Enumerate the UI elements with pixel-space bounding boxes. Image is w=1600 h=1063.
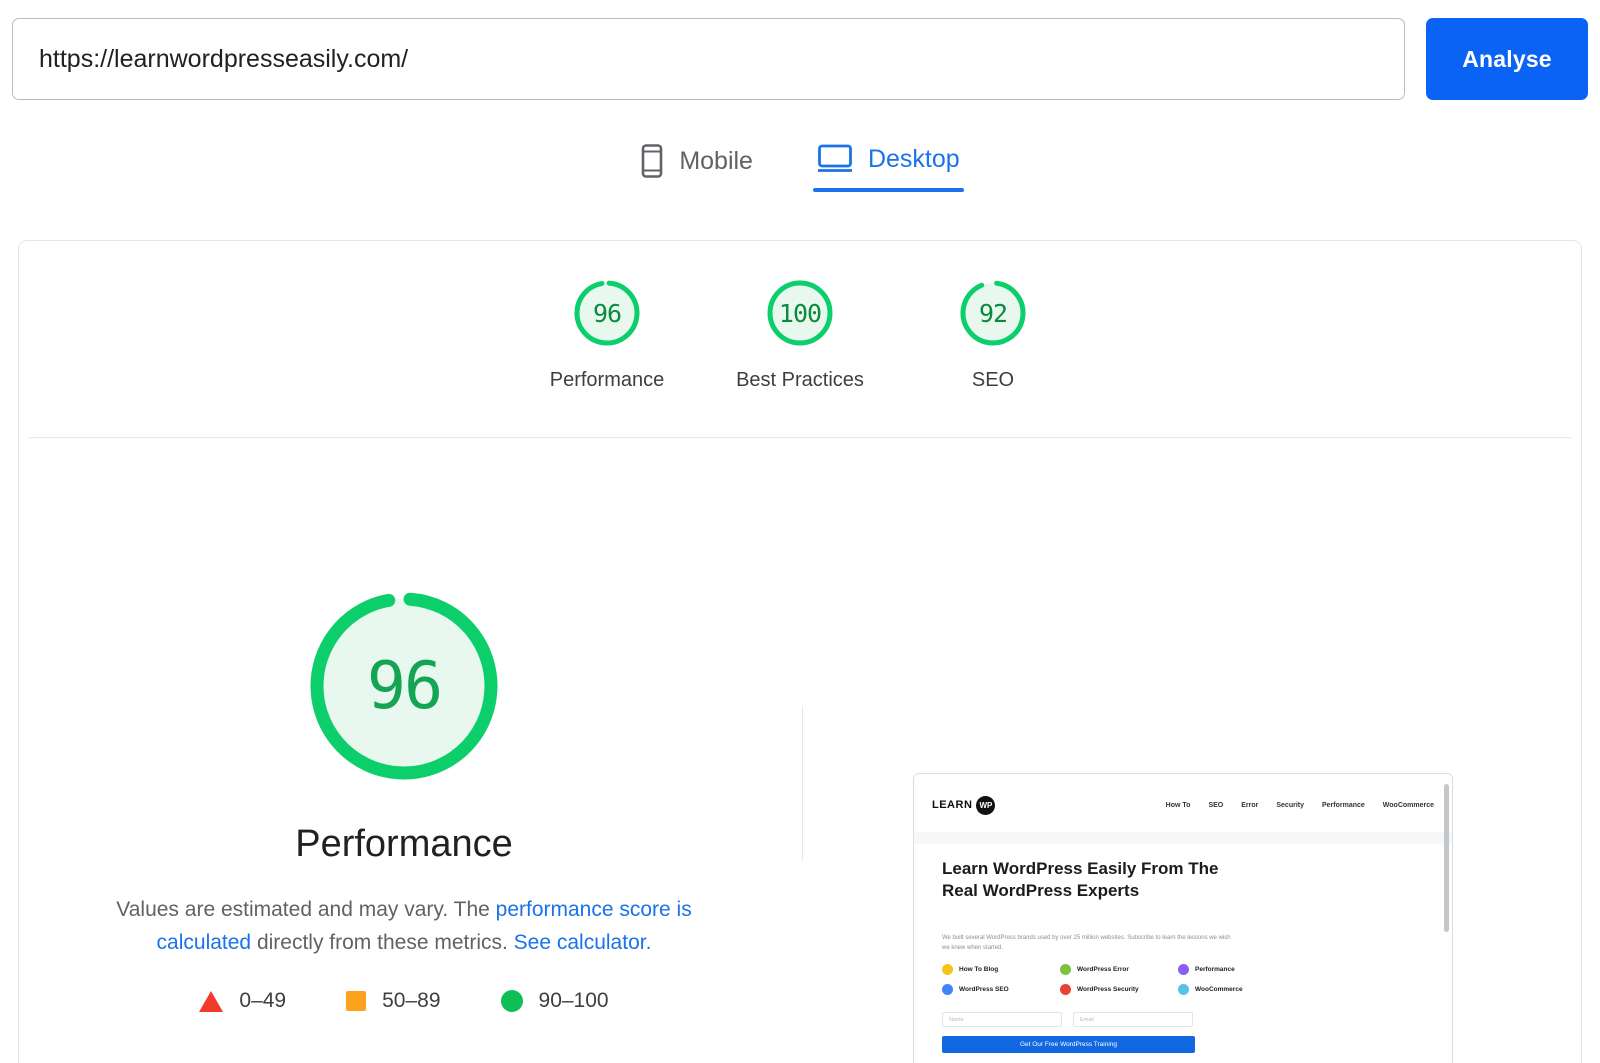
score-gauge-seo[interactable]: 92 SEO	[897, 275, 1090, 392]
thumbnail-feature-item: WooCommerce	[1178, 984, 1296, 995]
thumbnail-band	[914, 832, 1452, 844]
device-tabs: Mobile Desktop	[0, 138, 1600, 196]
legend-item-good: 90–100	[500, 989, 609, 1013]
thumbnail-feature-item: How To Blog	[942, 964, 1060, 975]
detail-section: 96 Performance Values are estimated and …	[19, 438, 1581, 1063]
thumbnail-feature-label: WordPress SEO	[959, 986, 1009, 993]
thumbnail-logo-text: LEARN	[932, 799, 973, 811]
see-calculator-link[interactable]: See calculator.	[514, 931, 652, 954]
square-icon	[346, 991, 367, 1012]
thumbnail-logo: LEARN WP	[932, 795, 996, 815]
score-value-performance: 96	[592, 298, 622, 328]
score-legend: 0–49 50–89 90–100	[199, 989, 609, 1013]
tab-desktop-label: Desktop	[867, 144, 960, 173]
thumbnail-nav-item: WooCommerce	[1382, 801, 1434, 809]
legend-item-poor: 0–49	[199, 989, 286, 1013]
thumbnail-feature-label: WooCommerce	[1195, 986, 1243, 993]
analyse-button[interactable]: Analyse	[1426, 18, 1588, 100]
feature-dot-icon	[1060, 984, 1071, 995]
score-gauge-performance[interactable]: 96 Performance	[511, 275, 704, 392]
thumbnail-signup-fields: Name Email	[942, 1012, 1193, 1027]
thumbnail-hero: Learn WordPress Easily From The Real Wor…	[914, 844, 1452, 1063]
thumbnail-feature-item: WordPress SEO	[942, 984, 1060, 995]
thumbnail-nav-item: Performance	[1321, 801, 1365, 809]
feature-dot-icon	[1178, 964, 1189, 975]
thumbnail-feature-label: How To Blog	[959, 966, 999, 973]
thumbnail-nav-item: Security	[1276, 801, 1304, 809]
thumbnail-heading: Learn WordPress Easily From The Real Wor…	[942, 859, 1219, 901]
score-value-best-practices: 100	[778, 298, 822, 328]
thumbnail-email-field: Email	[1073, 1012, 1193, 1027]
score-value-large: 96	[366, 648, 443, 724]
phone-icon	[640, 144, 664, 178]
thumbnail-feature-label: Performance	[1195, 966, 1235, 973]
desc-middle: directly from these metrics.	[251, 930, 514, 954]
thumbnail-logo-badge: WP	[976, 795, 996, 815]
thumbnail-nav: How To SEO Error Security Performance Wo…	[1166, 802, 1434, 809]
score-value-seo: 92	[978, 298, 1008, 328]
thumbnail-nav-item: How To	[1165, 801, 1191, 809]
thumbnail-feature-list: How To Blog WordPress Error Performance	[942, 964, 1296, 995]
score-description: Values are estimated and may vary. The p…	[84, 894, 724, 959]
thumbnail-subtext: We built several WordPress brands used b…	[942, 935, 1231, 951]
url-input[interactable]	[12, 18, 1405, 100]
feature-dot-icon	[942, 964, 953, 975]
legend-range-poor: 0–49	[239, 989, 287, 1013]
feature-dot-icon	[942, 984, 953, 995]
thumbnail-feature-label: WordPress Error	[1077, 966, 1129, 973]
vertical-divider	[802, 706, 803, 861]
pagespeed-result-page: Analyse Mobile Desktop	[0, 0, 1600, 1063]
circle-icon	[500, 990, 523, 1013]
thumbnail-content: LEARN WP How To SEO Error Security Perfo…	[914, 774, 1452, 1063]
thumbnail-feature-item: Performance	[1178, 964, 1296, 975]
page-title: Performance	[295, 823, 513, 865]
legend-item-average: 50–89	[346, 989, 441, 1013]
thumbnail-nav-item: SEO	[1208, 801, 1224, 809]
thumbnail-site-header: LEARN WP How To SEO Error Security Perfo…	[914, 782, 1452, 828]
tab-desktop[interactable]: Desktop	[812, 138, 964, 192]
gauge-ring-performance: 96	[569, 275, 645, 351]
thumbnail-feature-item: WordPress Error	[1060, 964, 1178, 975]
thumbnail-name-field: Name	[942, 1012, 1062, 1027]
results-card: 96 Performance 100 Best Practices 92 SEO…	[18, 240, 1582, 1063]
score-gauge-best-practices[interactable]: 100 Best Practices	[704, 275, 897, 392]
thumbnail-feature-label: WordPress Security	[1077, 986, 1139, 993]
feature-dot-icon	[1060, 964, 1071, 975]
thumbnail-nav-item: Error	[1241, 801, 1259, 809]
triangle-icon	[199, 990, 224, 1012]
thumbnail-feature-item: WordPress Security	[1060, 984, 1178, 995]
feature-dot-icon	[1178, 984, 1189, 995]
desktop-icon	[817, 144, 853, 174]
legend-range-average: 50–89	[382, 989, 441, 1013]
desc-prefix: Values are estimated and may vary. The	[116, 898, 496, 921]
page-screenshot-thumbnail[interactable]: LEARN WP How To SEO Error Security Perfo…	[913, 773, 1453, 1063]
gauge-ring-best-practices: 100	[762, 275, 838, 351]
legend-range-good: 90–100	[538, 989, 609, 1013]
thumbnail-scrollbar[interactable]	[1444, 784, 1449, 932]
score-label-best-practices: Best Practices	[736, 369, 864, 391]
url-bar-row: Analyse	[12, 18, 1588, 100]
score-summary-row: 96 Performance 100 Best Practices 92 SEO	[19, 275, 1581, 392]
score-label-performance: Performance	[549, 369, 665, 391]
score-label-seo: SEO	[971, 369, 1015, 391]
gauge-ring-large-performance: 96	[301, 583, 507, 789]
tab-mobile-label: Mobile	[679, 146, 753, 175]
performance-detail-column: 96 Performance Values are estimated and …	[19, 438, 789, 1013]
thumbnail-cta-button: Get Our Free WordPress Training	[942, 1036, 1195, 1053]
gauge-ring-seo: 92	[955, 275, 1031, 351]
tab-mobile[interactable]: Mobile	[636, 138, 757, 196]
